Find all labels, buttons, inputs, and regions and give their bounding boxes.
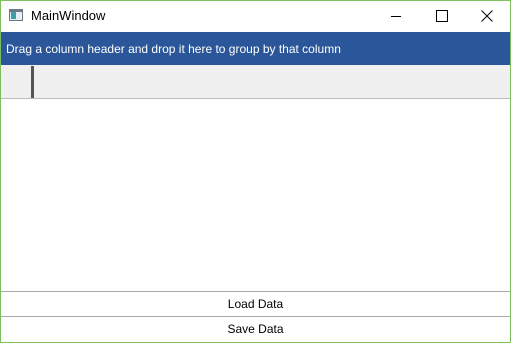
close-icon xyxy=(481,10,493,22)
window-title: MainWindow xyxy=(31,8,106,23)
group-panel-hint: Drag a column header and drop it here to… xyxy=(6,42,341,56)
app-window-icon[interactable] xyxy=(9,9,23,21)
main-window: MainWindow Drag a column header and drop… xyxy=(0,0,511,343)
column-header-row[interactable] xyxy=(1,65,510,99)
load-data-button[interactable]: Load Data xyxy=(1,291,510,316)
title-bar[interactable]: MainWindow xyxy=(1,1,510,32)
save-data-button[interactable]: Save Data xyxy=(1,316,510,342)
group-panel[interactable]: Drag a column header and drop it here to… xyxy=(1,32,510,65)
maximize-button[interactable] xyxy=(418,1,464,32)
header-row-indicator[interactable] xyxy=(31,66,34,98)
grid-body[interactable] xyxy=(1,99,510,290)
close-button[interactable] xyxy=(464,1,510,32)
minimize-button[interactable] xyxy=(372,1,418,32)
